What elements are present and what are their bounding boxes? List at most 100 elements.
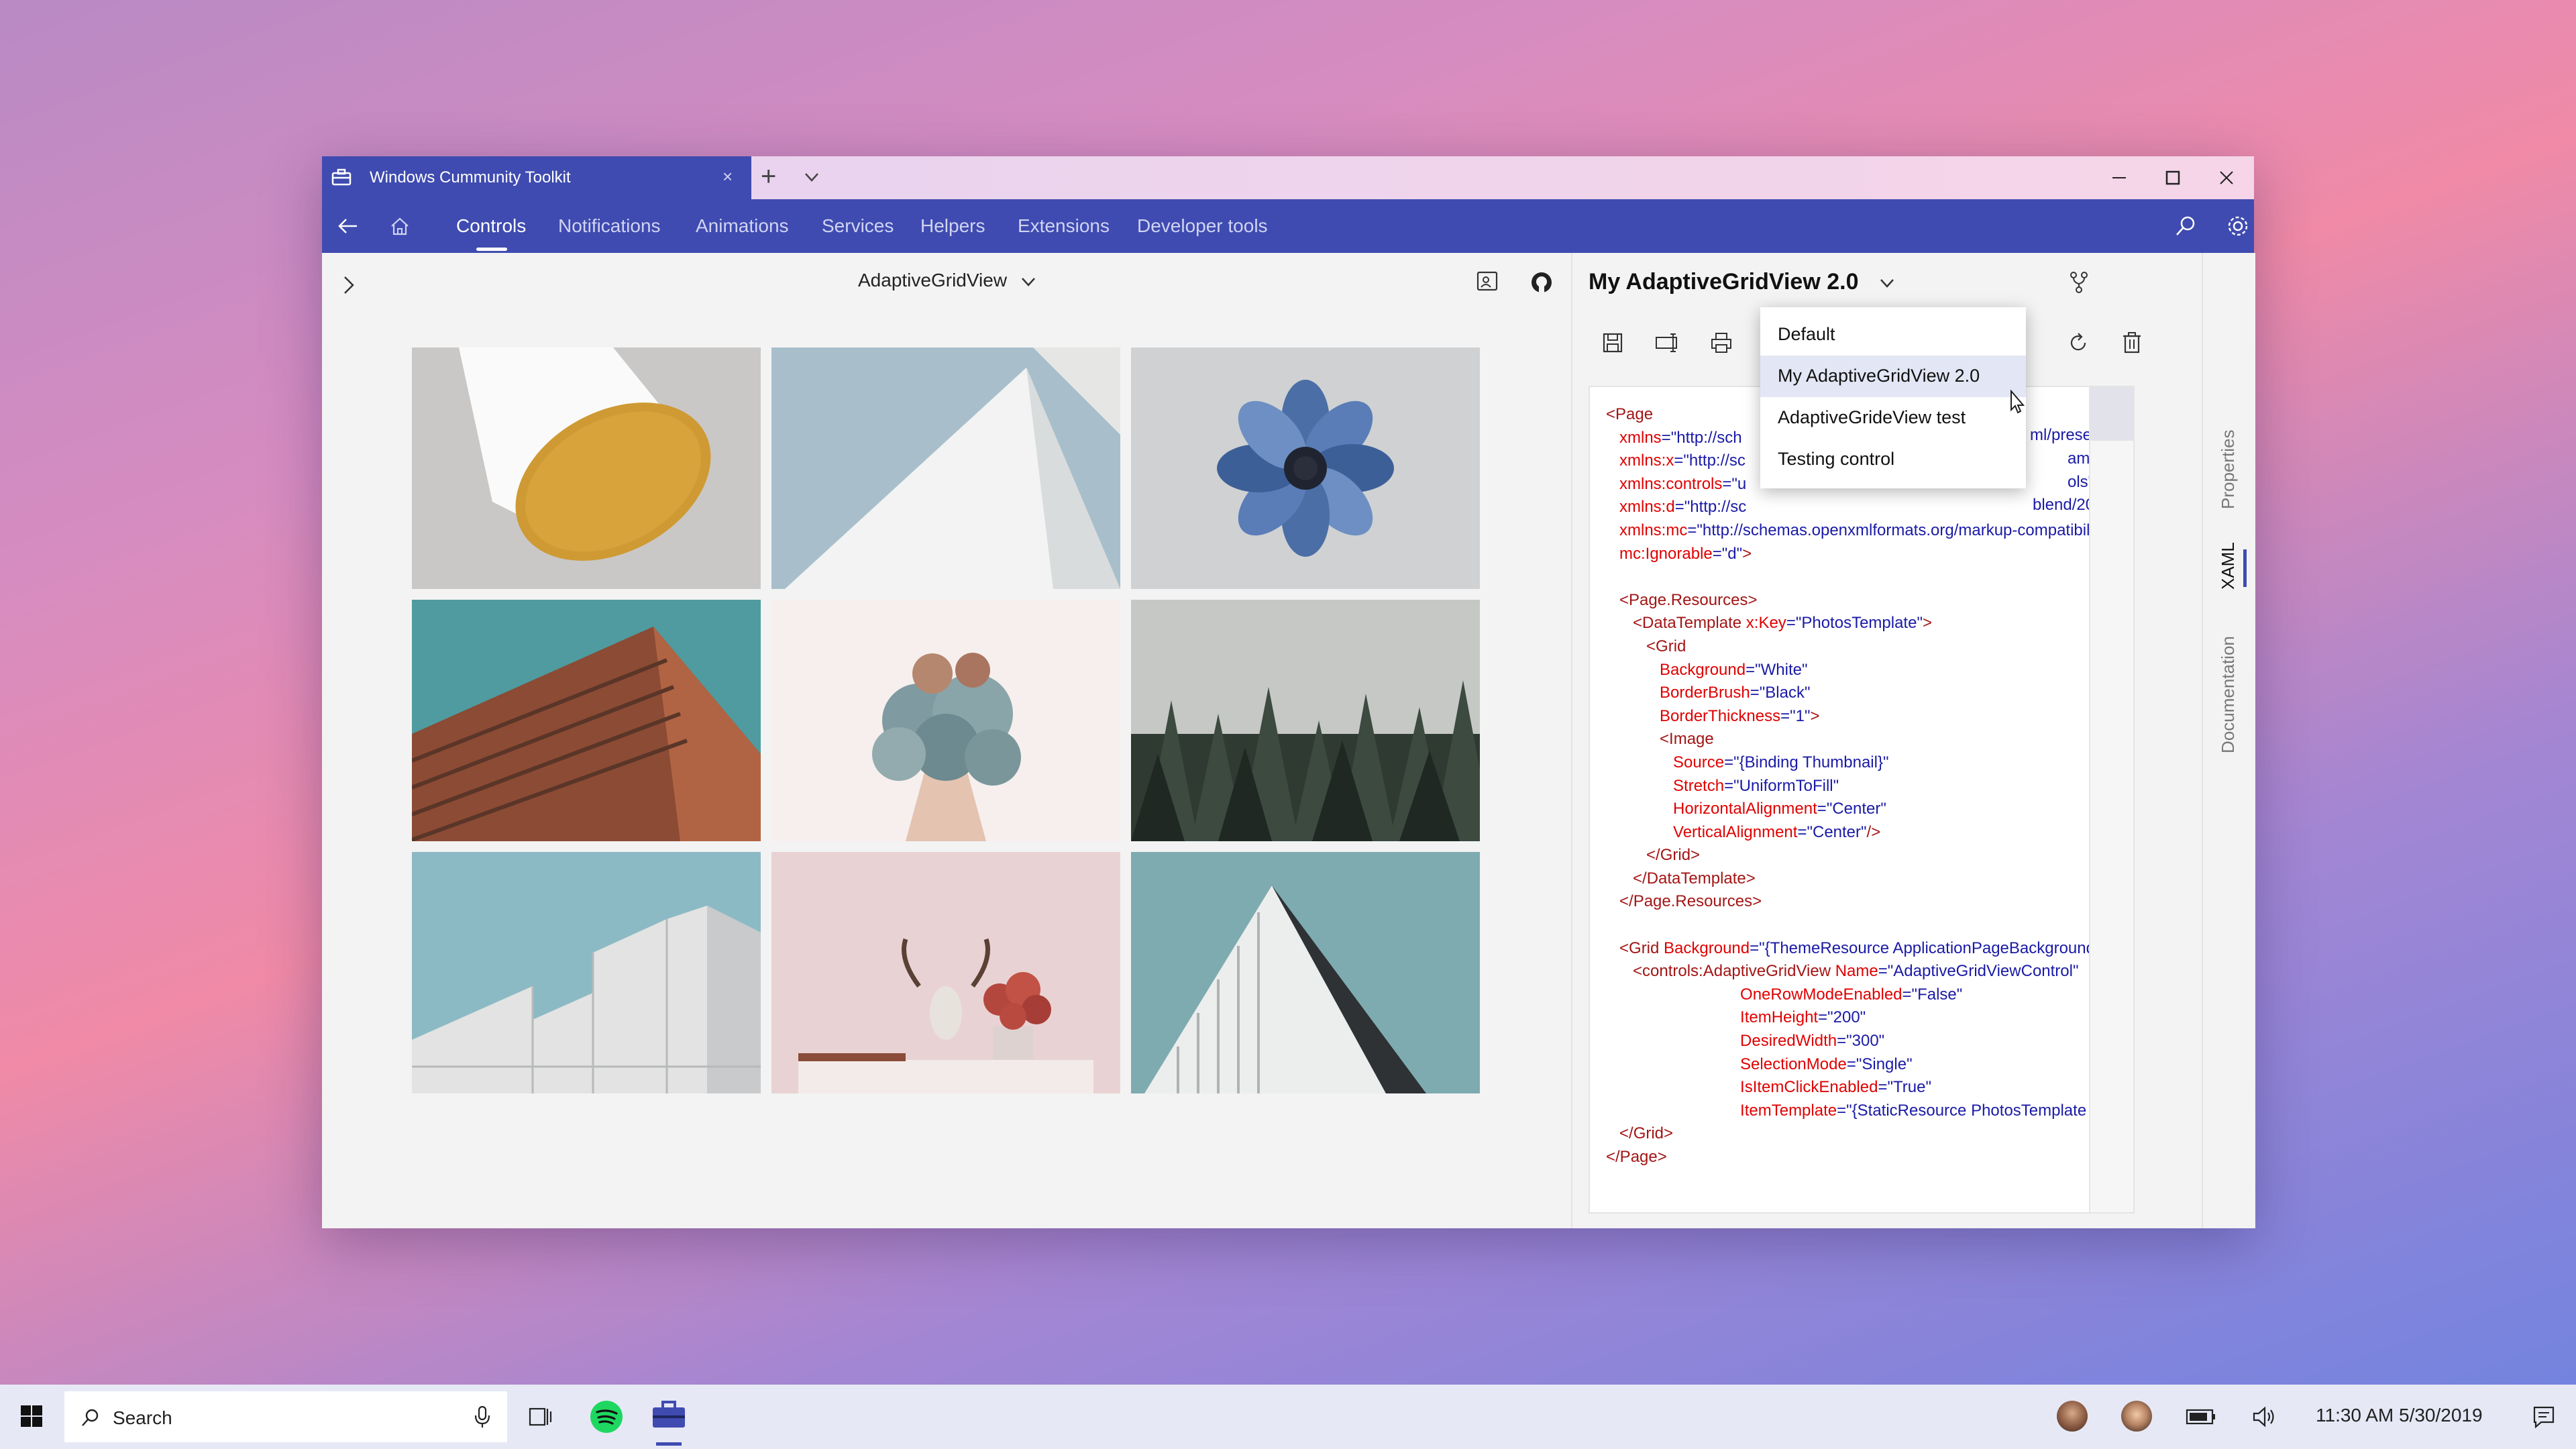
task-view-icon[interactable]: [527, 1405, 553, 1429]
dropdown-item-selected[interactable]: My AdaptiveGridView 2.0: [1760, 356, 2026, 397]
code-token: <DataTemplate: [1606, 614, 1746, 633]
save-icon[interactable]: [1601, 331, 1625, 355]
code-token: ="AdaptiveGridViewControl": [1878, 962, 2079, 981]
taskbar-search[interactable]: Search: [64, 1391, 507, 1442]
chevron-down-icon[interactable]: [1877, 273, 1897, 293]
photo-white-pyramid[interactable]: [771, 347, 1120, 589]
code-token: ="UniformToFill": [1724, 776, 1839, 795]
code-token: ="Center": [1797, 822, 1867, 841]
code-line: <DataTemplate x:Key="PhotosTemplate">: [1606, 612, 2105, 635]
browser-tab[interactable]: Windows Cummunity Toolkit ×: [322, 156, 751, 199]
code-token: </DataTemplate>: [1606, 869, 1756, 888]
photo-white-blocks[interactable]: [412, 852, 761, 1093]
system-clock[interactable]: 11:30 AM 5/30/2019: [2316, 1405, 2483, 1426]
search-icon[interactable]: [2172, 213, 2199, 239]
contact-avatar[interactable]: [2057, 1401, 2088, 1432]
code-token: <controls:AdaptiveGridView: [1606, 962, 1835, 981]
feedback-icon[interactable]: [1474, 269, 1501, 296]
action-center-icon[interactable]: [2532, 1405, 2556, 1429]
photo-triangle-building[interactable]: [1131, 852, 1480, 1093]
nav-helpers[interactable]: Helpers: [920, 215, 985, 237]
code-token: Background: [1664, 938, 1750, 957]
sample-title[interactable]: AdaptiveGridView: [858, 270, 1007, 291]
battery-icon[interactable]: [2186, 1407, 2216, 1426]
editor-title[interactable]: My AdaptiveGridView 2.0: [1589, 269, 1858, 295]
xaml-editor[interactable]: <Page xmlns="http://sch xmlns:x="http://…: [1589, 386, 2135, 1214]
maximize-icon[interactable]: [2161, 166, 2185, 190]
code-token: ="http://sch: [1661, 428, 1742, 447]
dropdown-item-test[interactable]: AdaptiveGrideView test: [1760, 397, 2026, 439]
microphone-icon[interactable]: [471, 1405, 494, 1429]
dropdown-item-default[interactable]: Default: [1760, 314, 2026, 356]
code-token: <Image: [1606, 730, 1714, 749]
nav-extensions[interactable]: Extensions: [1018, 215, 1110, 237]
code-token: Source: [1606, 753, 1725, 771]
code-token: <Page: [1606, 405, 1654, 423]
print-icon[interactable]: [1709, 331, 1733, 355]
code-token: xmlns:d: [1606, 498, 1675, 517]
code-line: <Grid Background="{ThemeResource Applica…: [1606, 937, 2105, 961]
code-line: </Grid>: [1606, 844, 2105, 867]
refresh-icon[interactable]: [2066, 331, 2090, 355]
code-line: SelectionMode="Single": [1606, 1053, 2105, 1077]
code-line: Background="White": [1606, 659, 2105, 682]
delete-icon[interactable]: [2120, 331, 2144, 355]
sample-dropdown[interactable]: Default My AdaptiveGridView 2.0 Adaptive…: [1760, 307, 2026, 488]
code-line: </Page>: [1606, 1146, 2105, 1169]
nav-controls[interactable]: Controls: [456, 215, 526, 237]
photo-lamp[interactable]: [412, 347, 761, 589]
search-icon: [82, 1409, 99, 1426]
nav-notifications[interactable]: Notifications: [558, 215, 661, 237]
tab-properties[interactable]: Properties: [2218, 430, 2239, 510]
code-token: <Page.Resources>: [1606, 590, 1758, 609]
code-token: >: [1922, 614, 1932, 633]
code-token: </Grid>: [1606, 1124, 1674, 1143]
photo-skull-flowers[interactable]: [771, 852, 1120, 1093]
new-tab-icon[interactable]: +: [761, 162, 776, 192]
chevron-down-icon[interactable]: [1018, 272, 1038, 292]
code-token: BorderBrush: [1606, 684, 1750, 702]
nav-services[interactable]: Services: [822, 215, 894, 237]
code-token: />: [1866, 822, 1881, 841]
code-line: BorderBrush="Black": [1606, 682, 2105, 705]
code-token: OneRowModeEnabled: [1606, 985, 1902, 1004]
tab-xaml[interactable]: XAML: [2218, 542, 2239, 590]
taskbar: Search 11:30 AM 5/30/2019: [0, 1385, 2576, 1449]
spotify-icon[interactable]: [589, 1399, 624, 1434]
expand-chevron-icon[interactable]: [339, 272, 359, 299]
toolkit-icon: [331, 168, 352, 186]
volume-icon[interactable]: [2251, 1405, 2278, 1429]
tab-close-icon[interactable]: ×: [722, 166, 733, 187]
minimize-icon[interactable]: [2107, 166, 2131, 190]
code-token: xmlns: [1606, 428, 1662, 447]
dropdown-item-testing-control[interactable]: Testing control: [1760, 439, 2026, 480]
branch-icon[interactable]: [2067, 270, 2091, 294]
code-line: <Page.Resources>: [1606, 589, 2105, 612]
photo-foggy-forest[interactable]: [1131, 600, 1480, 841]
settings-gear-icon[interactable]: [2224, 213, 2251, 239]
home-icon[interactable]: [386, 213, 413, 239]
nav-developer-tools[interactable]: Developer tools: [1137, 215, 1268, 237]
code-token: ="300": [1837, 1032, 1885, 1051]
chevron-down-icon[interactable]: [802, 167, 822, 187]
nav-animations[interactable]: Animations: [696, 215, 789, 237]
photo-blue-flower[interactable]: [1131, 347, 1480, 589]
close-icon[interactable]: [2214, 166, 2239, 190]
editor-scrollbar[interactable]: [2089, 387, 2133, 1212]
contact-avatar[interactable]: [2121, 1401, 2152, 1432]
code-token: >: [1742, 544, 1752, 563]
code-token: IsItemClickEnabled: [1606, 1078, 1878, 1097]
code-line: VerticalAlignment="Center"/>: [1606, 821, 2105, 845]
code-token: ="Center": [1817, 800, 1886, 818]
tab-documentation[interactable]: Documentation: [2218, 636, 2239, 753]
windows-start-icon[interactable]: [20, 1405, 43, 1428]
toolkit-taskbar-icon[interactable]: [651, 1399, 687, 1430]
github-icon[interactable]: [1528, 269, 1555, 296]
photo-succulent[interactable]: [771, 600, 1120, 841]
back-arrow-icon[interactable]: [334, 213, 361, 239]
rename-icon[interactable]: [1654, 331, 1681, 355]
code-token: ="d": [1712, 544, 1743, 563]
code-line: OneRowModeEnabled="False": [1606, 983, 2105, 1007]
photo-brick-building[interactable]: [412, 600, 761, 841]
scrollbar-thumb[interactable]: [2090, 387, 2133, 441]
